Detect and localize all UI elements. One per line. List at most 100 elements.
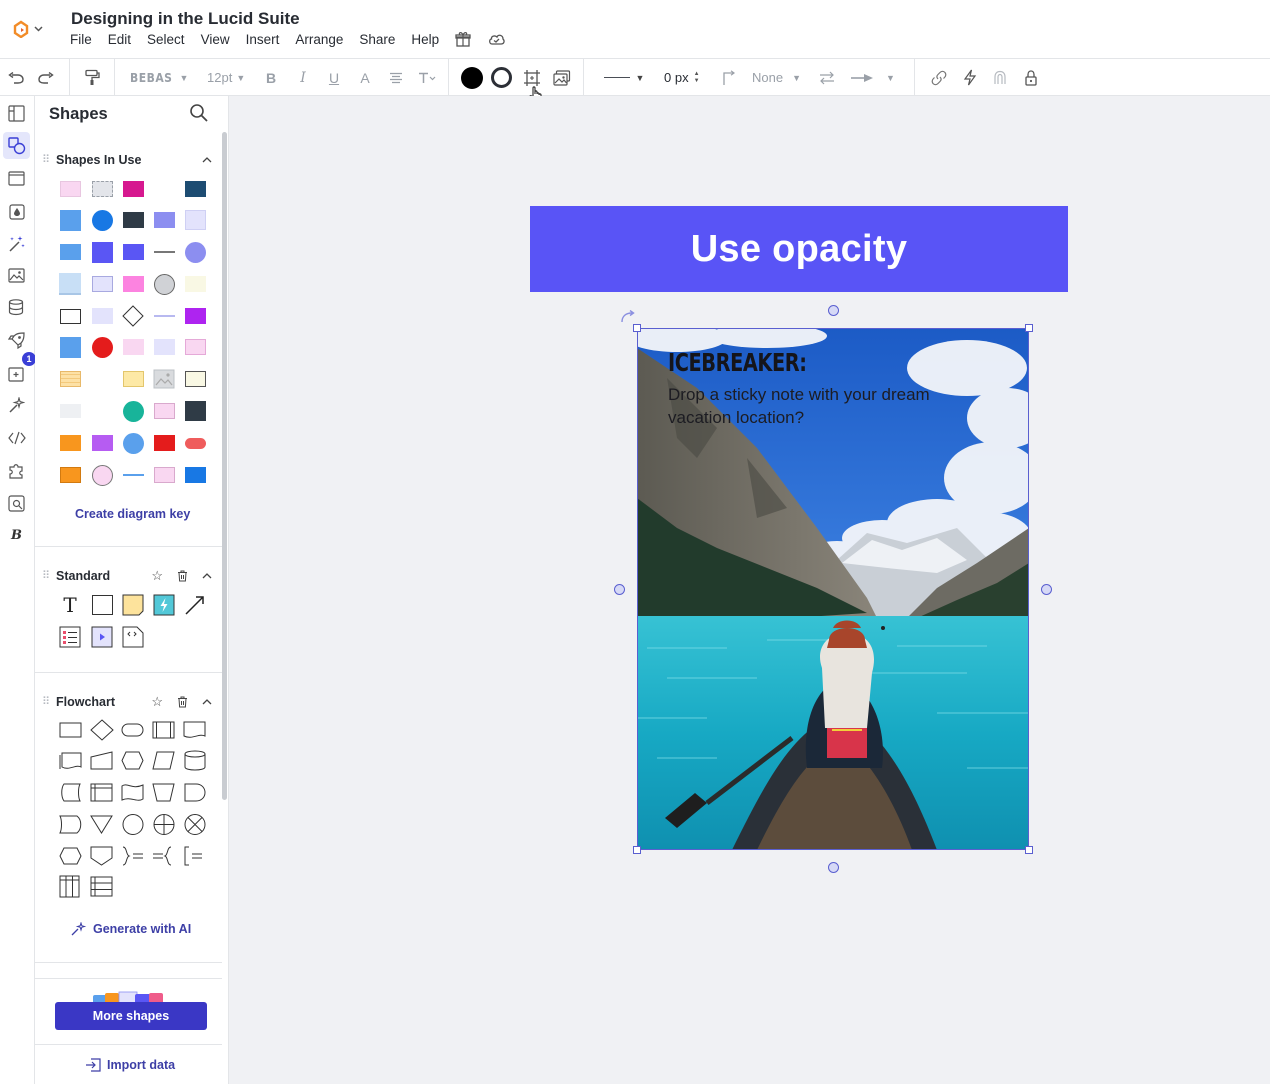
icebreaker-image[interactable]: ICEBREAKER: Drop a sticky note with your… [637, 328, 1029, 850]
bold-icon[interactable]: B [262, 59, 280, 96]
link-icon[interactable] [929, 59, 949, 96]
menu-insert[interactable]: Insert [246, 32, 280, 47]
image-placeholder-icon[interactable] [153, 368, 175, 390]
shape-swatch[interactable] [153, 336, 175, 358]
star-icon[interactable]: ☆ [151, 694, 163, 710]
shape-line[interactable] [153, 241, 175, 263]
sparkle-icon[interactable] [3, 392, 30, 419]
shape-swatch[interactable] [122, 368, 144, 390]
embed-code-icon[interactable] [122, 626, 144, 648]
shape-swatch[interactable] [122, 178, 144, 200]
shape-swatch[interactable] [59, 241, 81, 263]
menu-share[interactable]: Share [359, 32, 395, 47]
shape-swatch[interactable] [122, 209, 144, 231]
text-align-icon[interactable] [387, 59, 405, 96]
image-icon[interactable] [3, 262, 30, 289]
resize-handle-top-right[interactable] [1025, 324, 1033, 332]
shape-swatch[interactable] [59, 209, 81, 231]
shape-circle[interactable] [122, 432, 144, 454]
shapes-icon[interactable] [3, 132, 30, 159]
shape-circle[interactable] [184, 241, 206, 263]
format-painter-icon[interactable] [81, 59, 103, 96]
drag-handle-icon[interactable]: ⠿ [42, 154, 54, 166]
text-options-icon[interactable] [416, 59, 438, 96]
shape-swatch[interactable] [122, 336, 144, 358]
resize-handle-left[interactable] [614, 584, 625, 595]
menu-help[interactable]: Help [411, 32, 439, 47]
template-icon[interactable] [3, 490, 30, 517]
more-shapes-button[interactable]: More shapes [55, 1002, 207, 1030]
resize-handle-bottom-right[interactable] [1025, 846, 1033, 854]
resize-handle-top[interactable] [828, 305, 839, 316]
rotate-handle-icon[interactable] [619, 309, 637, 331]
theme-icon[interactable] [3, 198, 30, 225]
text-tool-icon[interactable]: T [59, 593, 81, 617]
line-shape-icon[interactable] [719, 59, 739, 96]
shape-swatch[interactable] [184, 178, 206, 200]
trash-icon[interactable] [177, 696, 188, 708]
italic-icon[interactable]: I [294, 59, 312, 96]
drag-handle-icon[interactable]: ⠿ [42, 570, 54, 582]
shape-swatch[interactable] [184, 305, 206, 327]
section-header-shapes-in-use[interactable]: ⠿ Shapes In Use [42, 150, 212, 170]
shape-circle[interactable] [91, 336, 113, 358]
title-banner-shape[interactable]: Use opacity [530, 206, 1068, 292]
shape-swatch[interactable] [59, 400, 81, 422]
shape-swatch[interactable] [91, 273, 113, 295]
image-replace-icon[interactable] [551, 59, 573, 96]
frame-icon[interactable] [3, 165, 30, 192]
search-icon[interactable] [189, 103, 209, 128]
shape-rectangle[interactable] [59, 305, 81, 327]
arrow-line-icon[interactable] [184, 594, 206, 616]
section-header-standard[interactable]: ⠿ Standard ☆ [42, 566, 212, 586]
shape-swatch[interactable] [91, 178, 113, 200]
shape-swatch[interactable] [153, 432, 175, 454]
document-title[interactable]: Designing in the Lucid Suite [71, 9, 300, 29]
shape-swatch[interactable] [184, 368, 206, 390]
shape-note[interactable] [59, 368, 81, 390]
menu-arrange[interactable]: Arrange [295, 32, 343, 47]
magic-wand-icon[interactable] [3, 230, 30, 257]
text-color-icon[interactable]: A [356, 59, 374, 96]
drag-handle-icon[interactable]: ⠿ [42, 696, 54, 708]
trash-icon[interactable] [177, 570, 188, 582]
lock-icon[interactable] [1021, 59, 1041, 96]
shape-line[interactable] [122, 464, 144, 486]
shape-swatch[interactable] [59, 336, 81, 358]
font-size-select[interactable]: 12pt ▼ [207, 59, 249, 96]
resize-handle-right[interactable] [1041, 584, 1052, 595]
undo-icon[interactable] [5, 59, 27, 96]
menu-edit[interactable]: Edit [108, 32, 131, 47]
shape-swatch[interactable] [184, 273, 206, 295]
shape-swatch[interactable] [184, 336, 206, 358]
panel-scrollbar[interactable] [222, 132, 227, 800]
shape-swatch[interactable] [122, 241, 144, 263]
create-diagram-key-link[interactable]: Create diagram key [75, 507, 190, 521]
shape-swatch[interactable] [153, 209, 175, 231]
brand-icon[interactable]: B [3, 522, 30, 549]
shape-note[interactable] [59, 273, 81, 295]
shape-swatch[interactable] [122, 273, 144, 295]
canvas[interactable]: Use opacity ICEBREAKER: Drop a sticky no… [229, 96, 1270, 1084]
shape-line[interactable] [153, 305, 175, 327]
shape-swatch[interactable] [184, 464, 206, 486]
shape-swatch[interactable] [59, 464, 81, 486]
data-icon[interactable] [3, 294, 30, 321]
shape-circle[interactable] [91, 464, 113, 486]
shape-swatch[interactable] [184, 400, 206, 422]
sticky-note-icon[interactable] [122, 594, 144, 616]
shape-swatch[interactable] [91, 305, 113, 327]
shape-circle[interactable] [122, 400, 144, 422]
menu-select[interactable]: Select [147, 32, 185, 47]
code-icon[interactable] [3, 424, 30, 451]
import-data-button[interactable]: Import data [85, 1058, 175, 1072]
video-embed-icon[interactable] [91, 626, 113, 648]
rectangle-shape-icon[interactable] [91, 594, 113, 616]
chevron-up-icon[interactable] [202, 699, 212, 705]
redo-icon[interactable] [35, 59, 57, 96]
chevron-up-icon[interactable] [202, 573, 212, 579]
action-shape-icon[interactable] [153, 594, 175, 616]
cloud-saved-icon[interactable] [487, 32, 506, 46]
font-family-select[interactable]: BEBAS ▼ [130, 59, 192, 96]
endpoint-select[interactable]: None ▼ [752, 59, 806, 96]
